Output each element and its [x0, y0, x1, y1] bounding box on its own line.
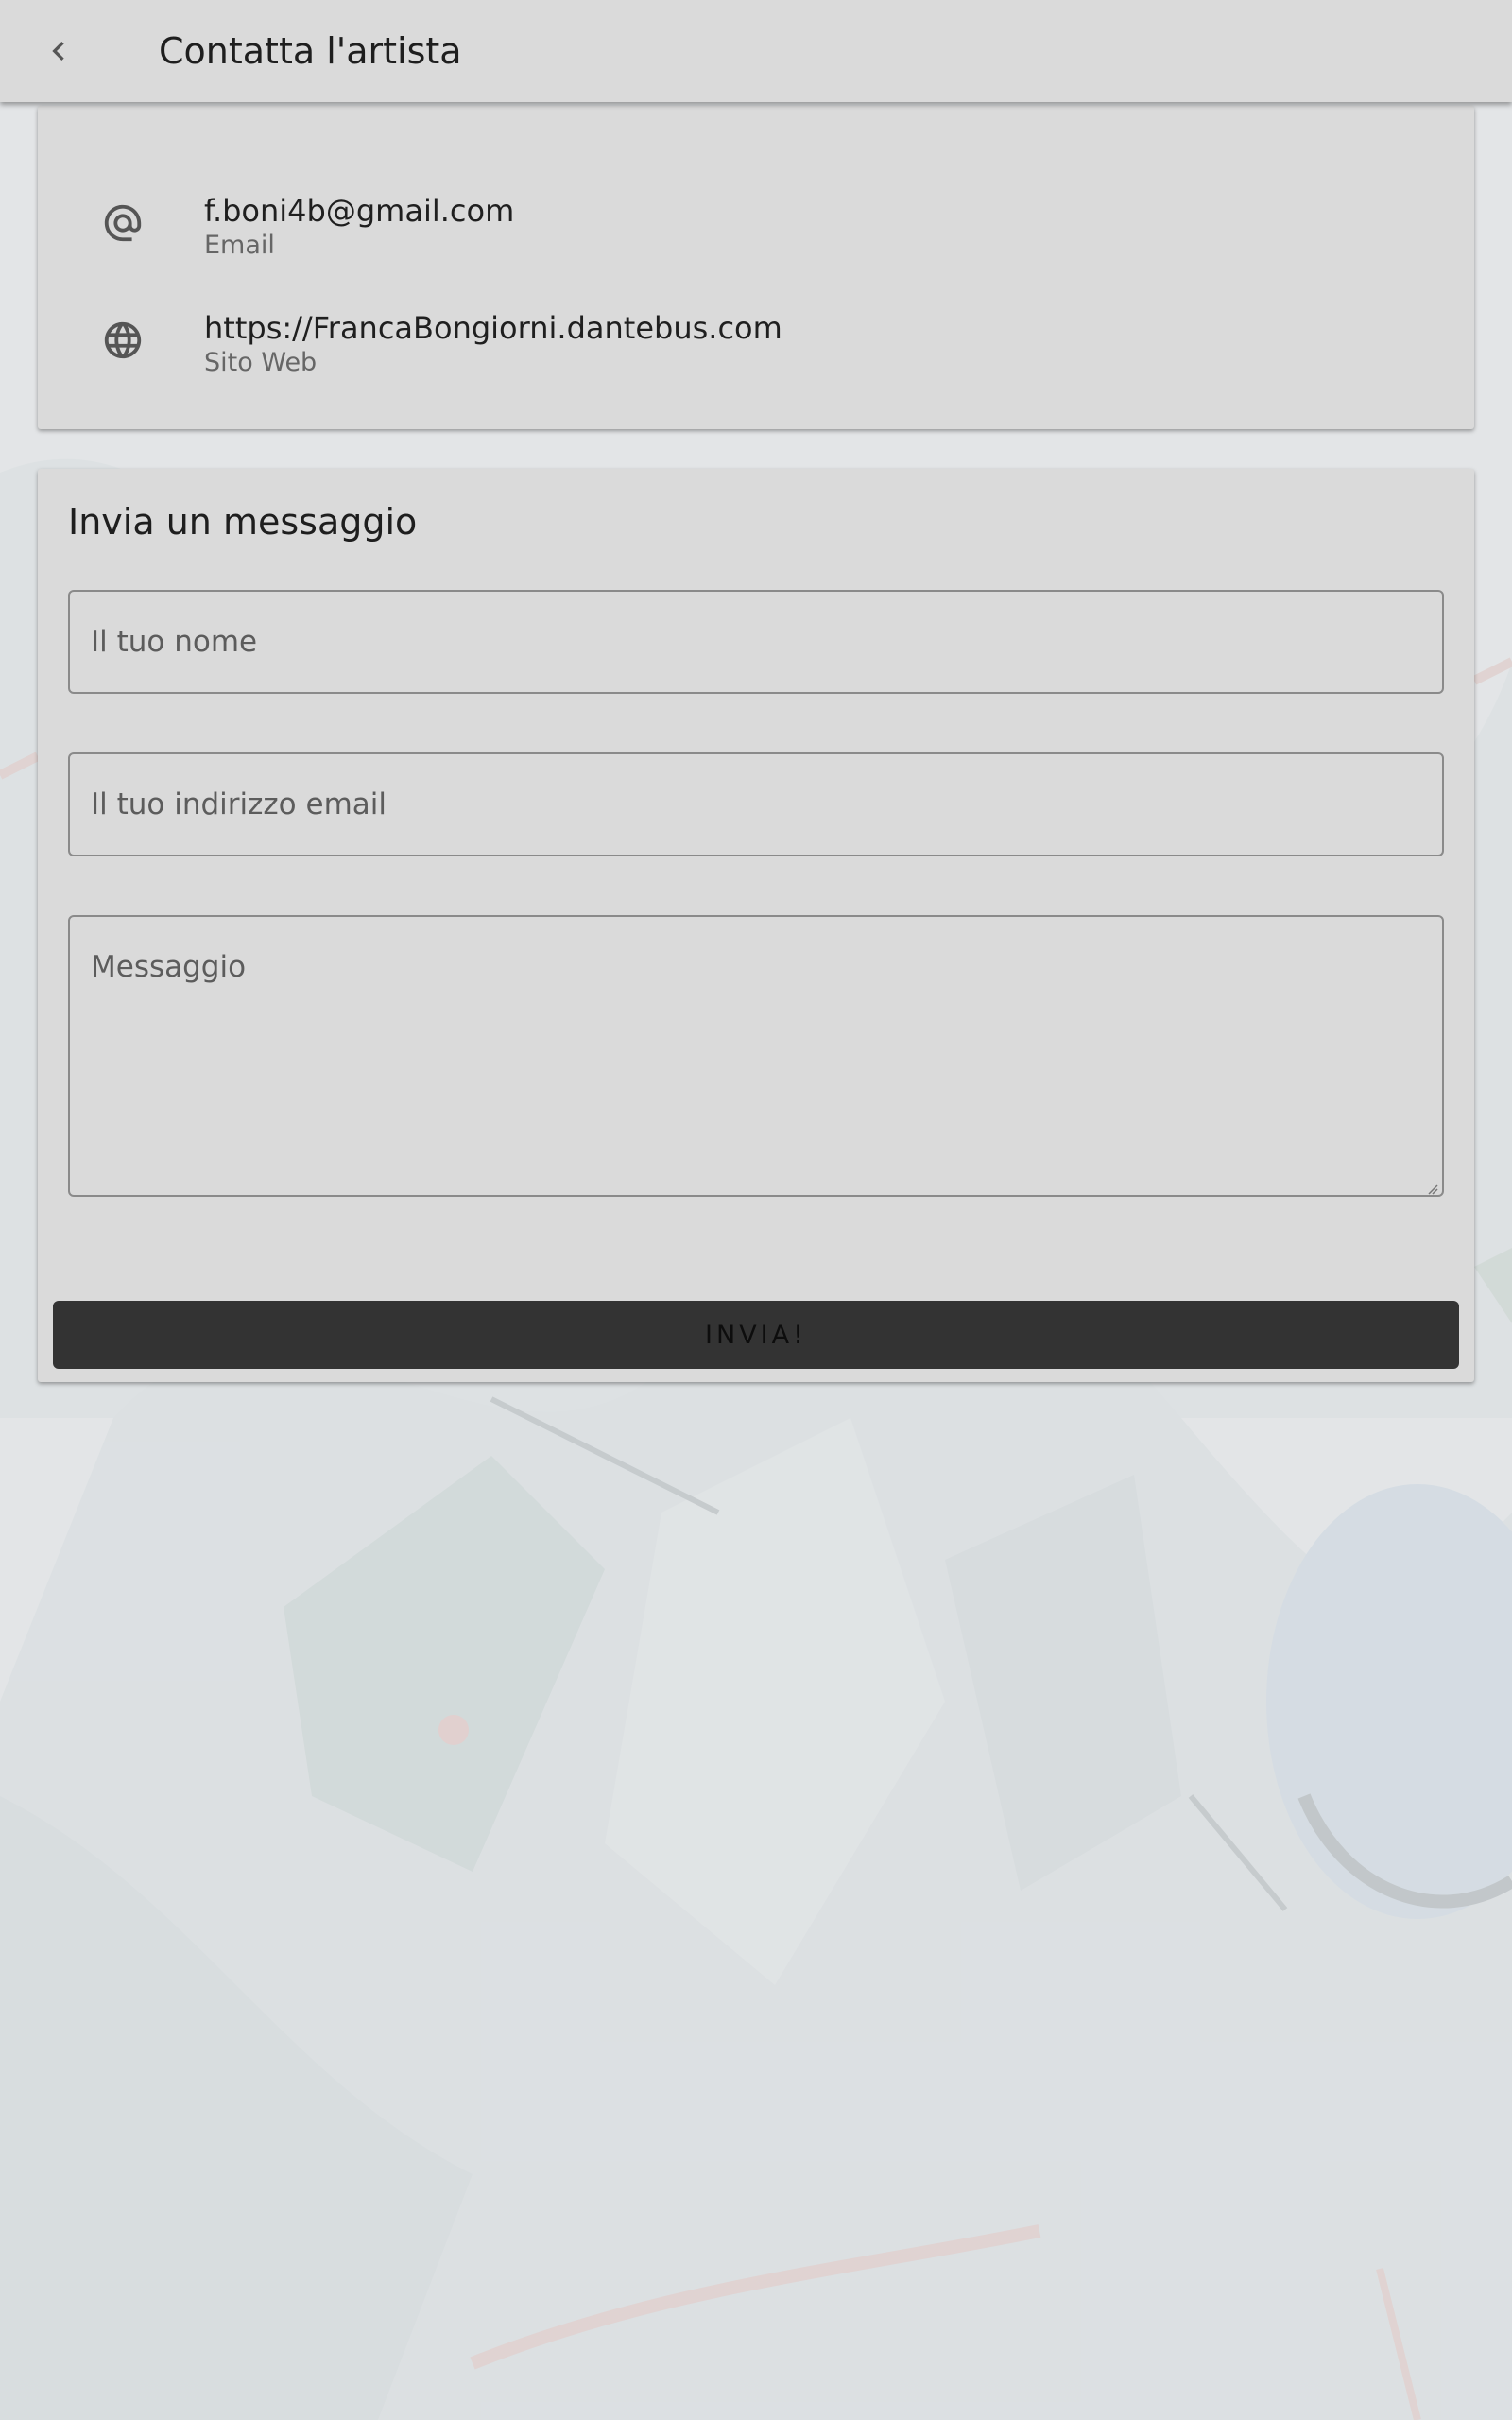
submit-button[interactable]: INVIA! — [53, 1301, 1459, 1369]
email-label: Email — [204, 231, 275, 260]
email-value: f.boni4b@gmail.com — [204, 193, 515, 229]
name-input[interactable] — [68, 590, 1444, 694]
resize-grip-icon[interactable] — [1427, 1184, 1438, 1195]
at-sign-icon — [96, 197, 149, 250]
message-form-card: Invia un messaggio INVIA! — [38, 469, 1474, 1382]
contact-info-card: f.boni4b@gmail.com Email https://FrancaB… — [38, 106, 1474, 429]
chevron-left-icon — [52, 42, 64, 60]
website-value: https://FrancaBongiorni.dantebus.com — [204, 310, 782, 346]
back-button[interactable] — [28, 21, 89, 81]
page-title: Contatta l'artista — [159, 30, 462, 72]
website-label: Sito Web — [204, 348, 318, 377]
website-row[interactable]: https://FrancaBongiorni.dantebus.com Sit… — [38, 293, 1474, 388]
globe-icon — [96, 314, 149, 367]
email-row[interactable]: f.boni4b@gmail.com Email — [38, 176, 1474, 270]
form-title: Invia un messaggio — [68, 501, 418, 543]
app-bar: Contatta l'artista — [0, 0, 1512, 102]
email-input[interactable] — [68, 752, 1444, 856]
message-textarea[interactable] — [68, 915, 1444, 1197]
